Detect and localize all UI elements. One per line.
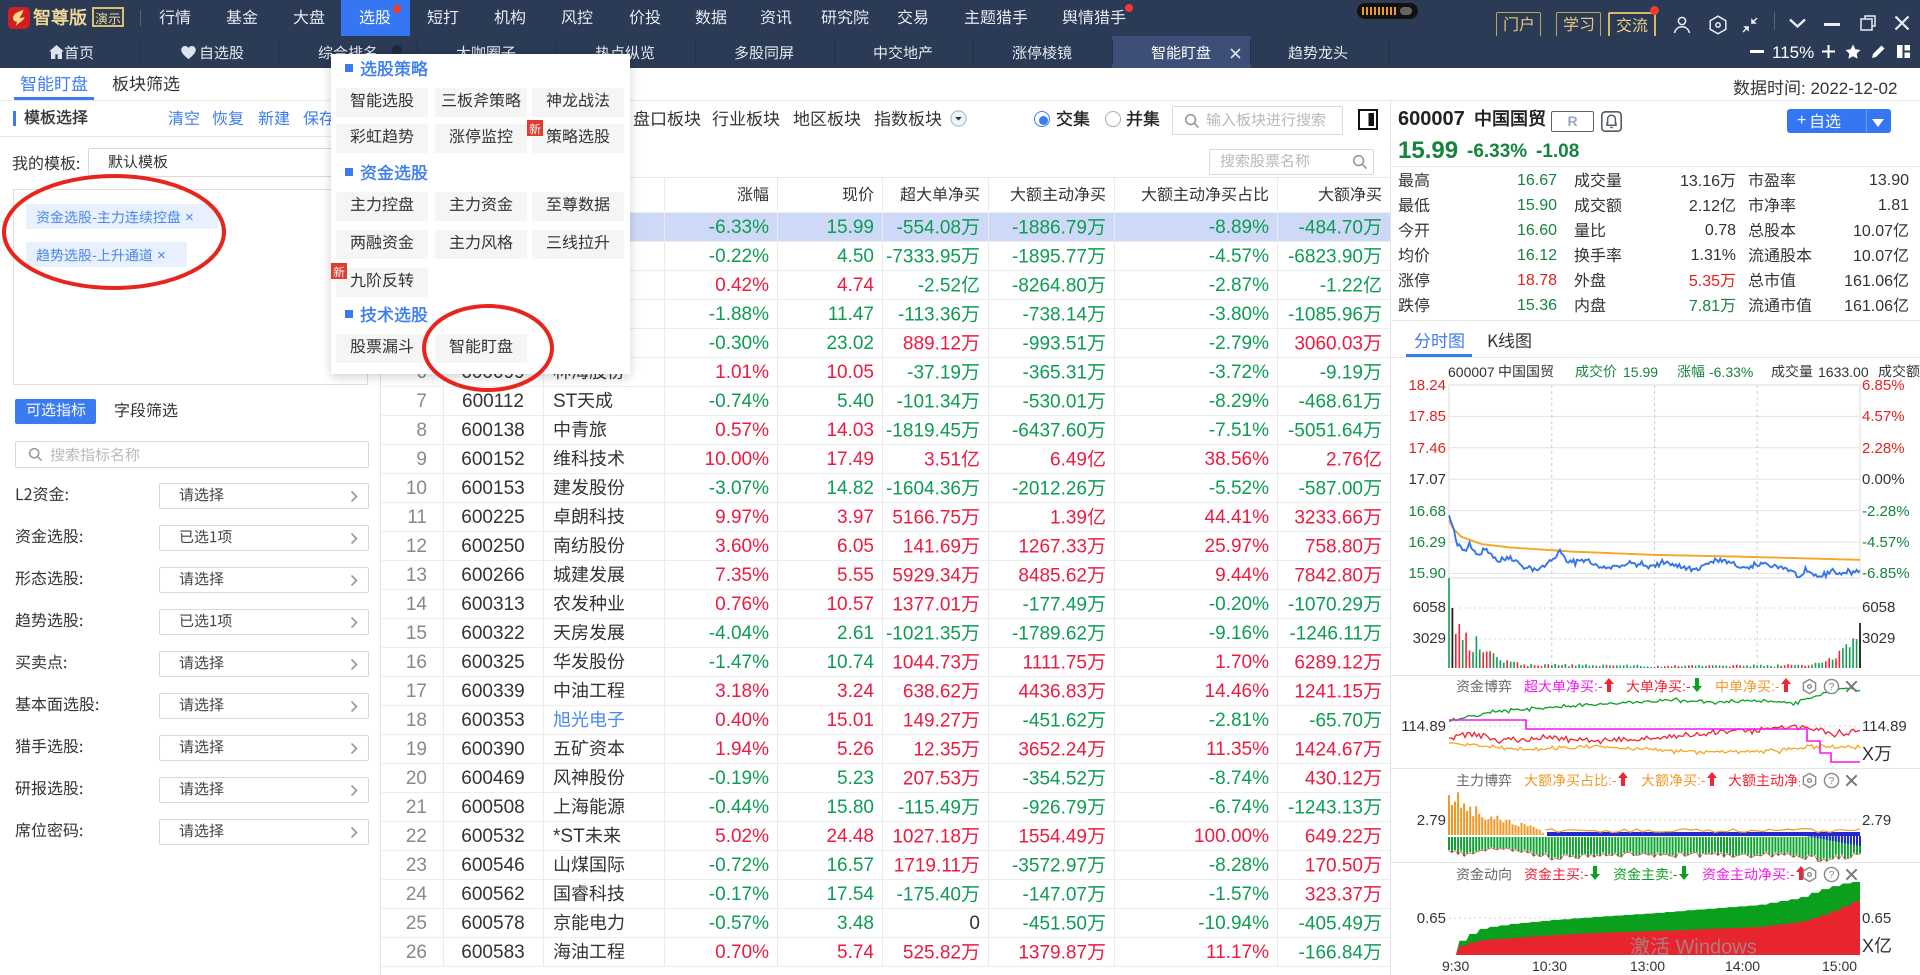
svg-text:?: ? (1829, 776, 1835, 787)
svg-text:?: ? (1829, 870, 1835, 881)
svg-text:?: ? (1829, 682, 1835, 693)
